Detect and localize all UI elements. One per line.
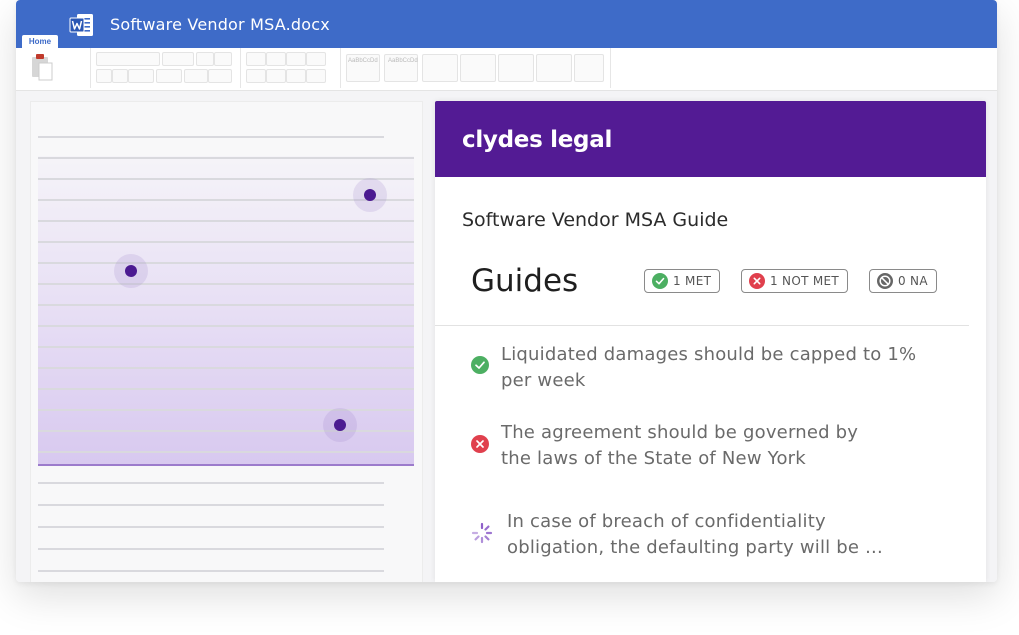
met-badge-label: 1 MET — [673, 274, 712, 288]
text-line — [38, 157, 414, 159]
bullets-button[interactable] — [246, 52, 266, 66]
text-line — [38, 409, 414, 411]
word-app-icon — [69, 14, 93, 36]
document-title: Software Vendor MSA.docx — [110, 15, 330, 34]
guide-item[interactable]: In case of breach of confidentiality obl… — [471, 509, 951, 563]
underline-button[interactable] — [128, 69, 154, 83]
font-size-dropdown[interactable] — [162, 52, 194, 66]
font-shrink-button[interactable] — [214, 52, 232, 66]
text-line — [38, 548, 384, 550]
clause-marker[interactable] — [353, 178, 387, 212]
multilevel-list-button[interactable] — [286, 52, 306, 66]
not-met-badge[interactable]: 1 NOT MET — [741, 269, 848, 293]
align-left-button[interactable] — [246, 69, 266, 83]
align-center-button[interactable] — [266, 69, 286, 83]
text-line — [38, 367, 414, 369]
document-guide-title: Software Vendor MSA Guide — [462, 209, 729, 231]
spinner-icon — [471, 522, 493, 544]
guide-text: Liquidated damages should be capped to 1… — [501, 342, 951, 394]
text-line — [38, 325, 414, 327]
style-subtitle[interactable] — [536, 54, 572, 82]
guide-text-line: In case of breach of confidentiality — [507, 511, 826, 532]
panel-header: clydes legal — [435, 101, 986, 177]
document-area: clydes legal Software Vendor MSA Guide G… — [16, 91, 997, 582]
met-badge[interactable]: 1 MET — [644, 269, 721, 293]
guide-item[interactable]: The agreement should be governed by the … — [471, 420, 951, 474]
ribbon-group-styles: AaBbCcDd AaBbCcDd — [340, 48, 611, 88]
ribbon-group-paragraph — [240, 48, 341, 88]
x-circle-icon — [471, 435, 489, 453]
not-met-badge-label: 1 NOT MET — [770, 274, 839, 288]
text-line — [38, 388, 414, 390]
align-right-button[interactable] — [286, 69, 306, 83]
style-normal-label: AaBbCcDd — [348, 58, 378, 64]
style-title[interactable] — [498, 54, 534, 82]
guide-text-line: Liquidated damages should be capped to 1… — [501, 344, 917, 365]
font-grow-button[interactable] — [196, 52, 214, 66]
ribbon-toolbar: AaBbCcDd AaBbCcDd — [16, 48, 997, 91]
text-line — [38, 178, 414, 180]
guides-divider — [435, 325, 969, 326]
ban-icon — [877, 273, 893, 289]
font-color-button[interactable] — [208, 69, 232, 83]
indent-button[interactable] — [306, 52, 326, 66]
text-line — [38, 220, 414, 222]
brand-name: clydes legal — [462, 127, 613, 153]
text-line — [38, 283, 414, 285]
na-badge-label: 0 NA — [898, 274, 928, 288]
word-window: Software Vendor MSA.docx Home AaBbCcDd A… — [16, 0, 997, 582]
guide-text: The agreement should be governed by the … — [501, 420, 951, 472]
guide-text-line: The agreement should be governed by — [501, 422, 859, 443]
title-bar: Software Vendor MSA.docx Home — [16, 0, 997, 48]
guide-item[interactable]: Liquidated damages should be capped to 1… — [471, 342, 951, 396]
check-circle-icon — [471, 356, 489, 374]
text-line — [38, 482, 384, 484]
text-line — [38, 570, 384, 572]
bold-button[interactable] — [96, 69, 112, 83]
text-line — [38, 451, 414, 453]
style-heading-1[interactable] — [422, 54, 458, 82]
highlight-button[interactable] — [184, 69, 208, 83]
clause-marker[interactable] — [114, 254, 148, 288]
text-line — [38, 262, 414, 264]
ribbon-group-clipboard — [20, 48, 91, 88]
guide-text-line: obligation, the defaulting party will be… — [507, 537, 883, 558]
na-badge[interactable]: 0 NA — [869, 269, 937, 293]
font-name-dropdown[interactable] — [96, 52, 160, 66]
text-line — [38, 304, 414, 306]
text-line — [38, 346, 414, 348]
text-line — [38, 504, 384, 506]
guides-heading: Guides — [471, 263, 579, 299]
text-line — [38, 526, 384, 528]
italic-button[interactable] — [112, 69, 128, 83]
text-line — [38, 136, 384, 138]
tab-home[interactable]: Home — [22, 35, 58, 48]
justify-button[interactable] — [306, 69, 326, 83]
clause-marker[interactable] — [323, 408, 357, 442]
numbering-button[interactable] — [266, 52, 286, 66]
ribbon-group-font — [90, 48, 241, 88]
check-circle-icon — [652, 273, 668, 289]
text-line — [38, 241, 414, 243]
clydes-legal-panel: clydes legal Software Vendor MSA Guide G… — [435, 101, 986, 582]
guide-text-line: per week — [501, 370, 586, 391]
style-more[interactable] — [574, 54, 604, 82]
style-heading-2[interactable] — [460, 54, 496, 82]
guide-text: In case of breach of confidentiality obl… — [507, 509, 957, 561]
x-circle-icon — [749, 273, 765, 289]
text-line — [38, 430, 414, 432]
guide-text-line: the laws of the State of New York — [501, 448, 806, 469]
strikethrough-button[interactable] — [156, 69, 182, 83]
document-page[interactable] — [30, 101, 423, 582]
style-no-spacing-label: AaBbCcDd — [388, 58, 418, 64]
